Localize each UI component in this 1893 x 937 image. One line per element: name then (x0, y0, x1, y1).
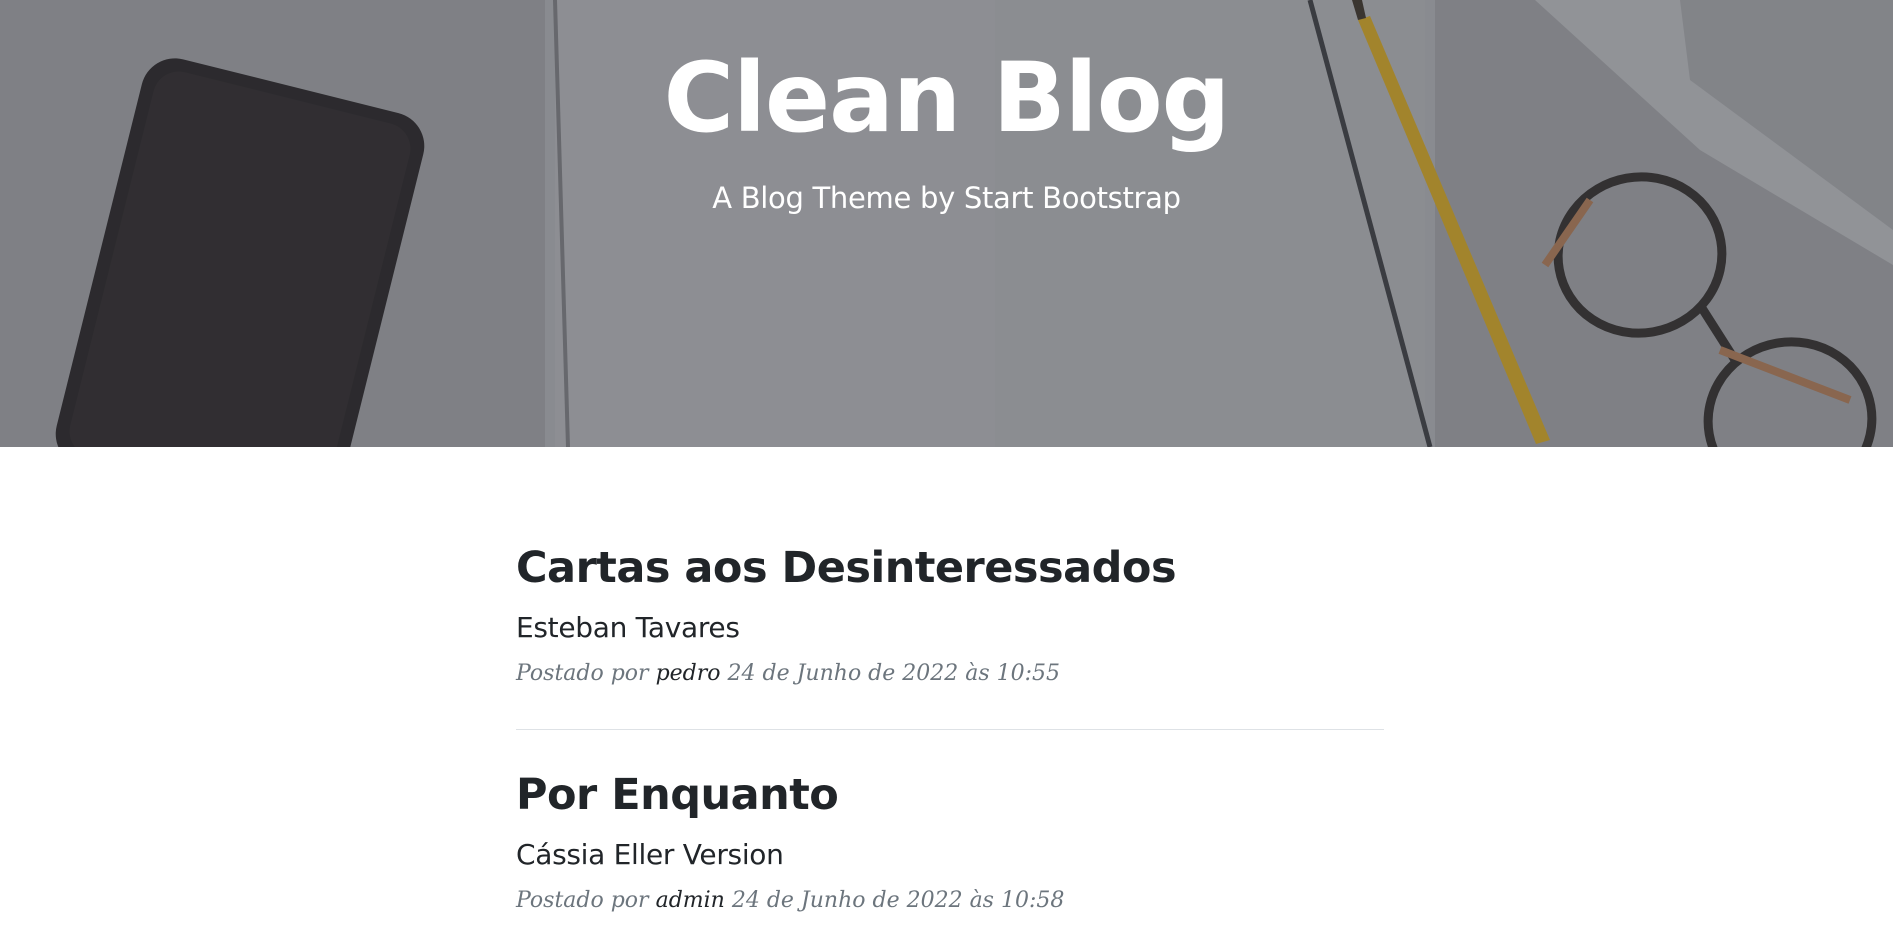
post-title-link[interactable]: Cartas aos Desinteressados (516, 543, 1384, 593)
post-date: 24 de Junho de 2022 às 10:55 (727, 661, 1061, 686)
site-subtitle: A Blog Theme by Start Bootstrap (712, 181, 1181, 215)
post-meta-prefix: Postado por (516, 661, 649, 686)
site-title: Clean Blog (663, 42, 1231, 154)
post-meta: Postado por admin 24 de Junho de 2022 às… (516, 886, 1384, 916)
post-subtitle-link[interactable]: Cássia Eller Version (516, 838, 1384, 872)
post-author-link[interactable]: pedro (656, 661, 721, 686)
post-date: 24 de Junho de 2022 às 10:58 (731, 888, 1065, 913)
post-title-link[interactable]: Por Enquanto (516, 770, 1384, 820)
post-list: Cartas aos Desinteressados Esteban Tavar… (516, 447, 1384, 916)
post-preview: Por Enquanto Cássia Eller Version Postad… (516, 730, 1384, 916)
masthead: Clean Blog A Blog Theme by Start Bootstr… (0, 0, 1893, 447)
post-preview: Cartas aos Desinteressados Esteban Tavar… (516, 447, 1384, 689)
site-heading: Clean Blog A Blog Theme by Start Bootstr… (0, 0, 1893, 216)
post-author-link[interactable]: admin (656, 888, 725, 913)
post-meta-prefix: Postado por (516, 888, 649, 913)
post-subtitle-link[interactable]: Esteban Tavares (516, 611, 1384, 645)
post-meta: Postado por pedro 24 de Junho de 2022 às… (516, 659, 1384, 689)
